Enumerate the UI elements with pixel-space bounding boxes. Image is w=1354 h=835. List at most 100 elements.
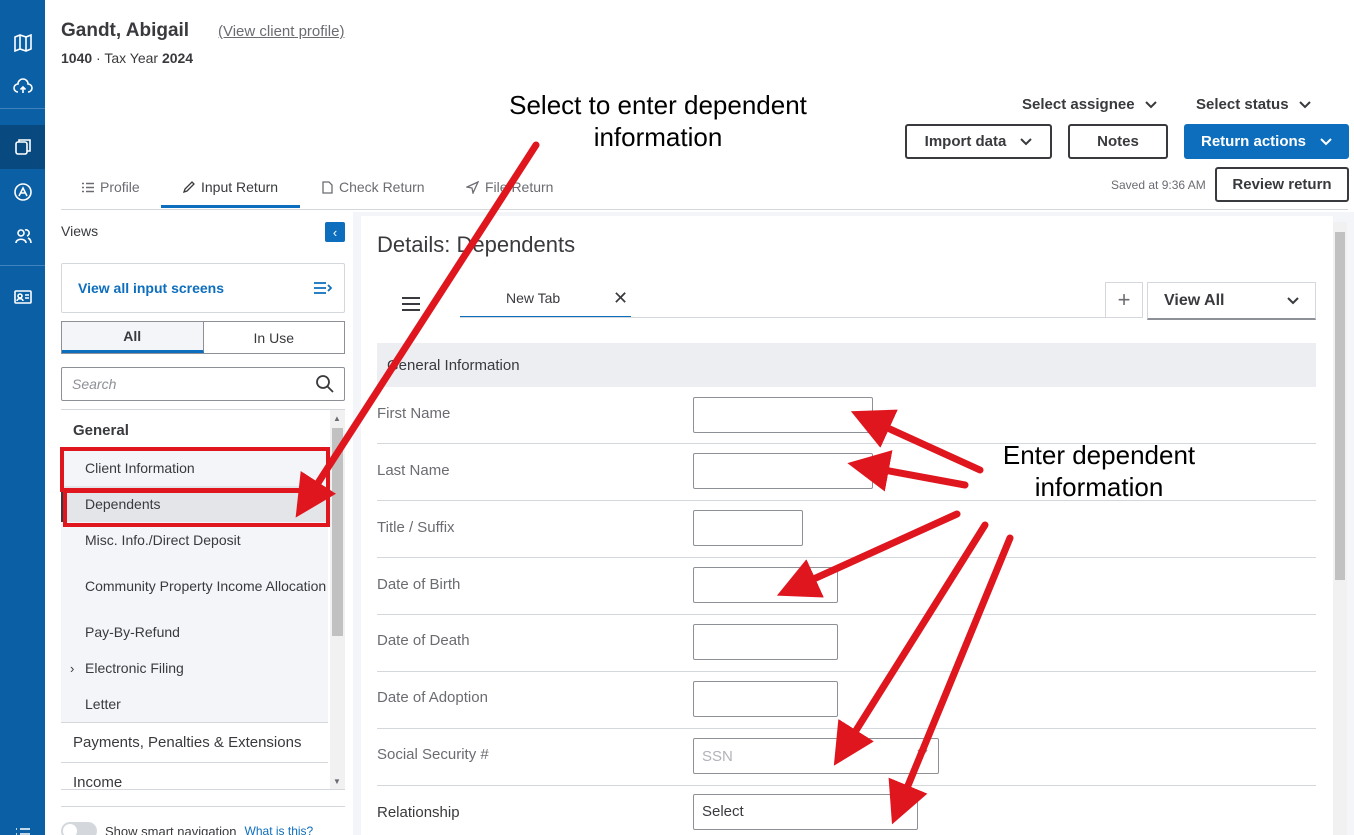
chevron-down-icon bbox=[1144, 100, 1157, 108]
tree-group-payments[interactable]: Payments, Penalties & Extensions bbox=[61, 722, 328, 762]
hamburger-menu-icon[interactable] bbox=[402, 297, 420, 311]
menu-icon[interactable] bbox=[0, 812, 45, 835]
date-of-adoption-field[interactable] bbox=[693, 681, 838, 717]
ssn-placeholder: SSN bbox=[702, 748, 733, 765]
client-name: Gandt, Abigail bbox=[61, 20, 190, 41]
date-of-adoption-label: Date of Adoption bbox=[377, 689, 488, 706]
return-actions-button[interactable]: Return actions bbox=[1184, 124, 1349, 159]
first-name-label: First Name bbox=[377, 405, 451, 422]
form-row-ssn: Social Security # SSN bbox=[377, 729, 1316, 786]
date-of-death-field[interactable] bbox=[693, 624, 838, 660]
smart-navigation-toggle-row: Show smart navigation What is this? bbox=[61, 822, 313, 835]
review-return-button[interactable]: Review return bbox=[1215, 167, 1349, 202]
collapse-panel-button[interactable]: ‹ bbox=[325, 222, 345, 242]
search-placeholder: Search bbox=[72, 376, 117, 392]
search-icon[interactable] bbox=[316, 375, 334, 393]
first-name-field[interactable] bbox=[693, 397, 873, 433]
tab-input-return-label: Input Return bbox=[201, 179, 279, 195]
tree-item-community-property[interactable]: Community Property Income Allocation bbox=[61, 558, 328, 614]
chevron-down-icon bbox=[1298, 100, 1311, 108]
title-suffix-field[interactable] bbox=[693, 510, 803, 546]
view-all-input-screens-button[interactable]: View all input screens bbox=[61, 263, 345, 313]
map-icon[interactable] bbox=[0, 21, 45, 65]
tax-year: 2024 bbox=[161, 50, 194, 66]
panel-divider bbox=[61, 806, 345, 807]
main-scrollbar-thumb[interactable] bbox=[1335, 232, 1345, 580]
form-row-title-suffix: Title / Suffix bbox=[377, 501, 1316, 558]
notes-label: Notes bbox=[1097, 133, 1139, 150]
tab-check-return[interactable]: Check Return bbox=[322, 168, 425, 206]
view-all-input-screens-label: View all input screens bbox=[78, 280, 225, 296]
plus-icon: + bbox=[1117, 287, 1131, 312]
tree-item-electronic-filing-label: Electronic Filing bbox=[85, 659, 184, 676]
chevron-right-icon: › bbox=[70, 660, 75, 676]
tree-group-general[interactable]: General bbox=[61, 410, 328, 450]
saved-status: Saved at 9:36 AM bbox=[1111, 178, 1206, 192]
tabs-divider bbox=[61, 209, 1348, 210]
ssn-field[interactable]: SSN bbox=[693, 738, 939, 774]
tab-input-return[interactable]: Input Return bbox=[183, 168, 278, 206]
chevron-down-icon bbox=[896, 805, 907, 813]
view-client-profile-link[interactable]: (View client profile) bbox=[218, 23, 344, 40]
date-of-birth-field[interactable] bbox=[693, 567, 838, 603]
tab-file-return[interactable]: File Return bbox=[466, 168, 553, 206]
search-input[interactable]: Search bbox=[61, 367, 345, 401]
filter-segmented-control: All In Use bbox=[61, 321, 345, 354]
close-icon[interactable]: ✕ bbox=[613, 288, 628, 309]
details-tabs-divider bbox=[460, 317, 1105, 318]
tree-item-client-information[interactable]: Client Information bbox=[61, 450, 328, 486]
select-assignee-label: Select assignee bbox=[1022, 96, 1135, 113]
form-row-date-of-death: Date of Death bbox=[377, 615, 1316, 672]
smart-navigation-toggle[interactable] bbox=[61, 822, 97, 835]
what-is-this-link[interactable]: What is this? bbox=[245, 824, 314, 835]
contacts-card-icon[interactable] bbox=[0, 275, 45, 319]
tab-profile[interactable]: Profile bbox=[82, 168, 140, 206]
select-assignee-dropdown[interactable]: Select assignee bbox=[1022, 96, 1157, 113]
select-status-label: Select status bbox=[1196, 96, 1289, 113]
tree-scrollbar-thumb[interactable] bbox=[332, 428, 343, 636]
tree-item-dependents[interactable]: Dependents bbox=[61, 486, 328, 522]
import-data-button[interactable]: Import data bbox=[905, 124, 1052, 159]
new-tab-label: New Tab bbox=[506, 290, 561, 306]
chevron-down-icon bbox=[1020, 137, 1033, 145]
tab-file-return-label: File Return bbox=[485, 179, 554, 195]
tree-item-pay-by-refund[interactable]: Pay-By-Refund bbox=[61, 614, 328, 650]
scroll-down-arrow-icon[interactable]: ▼ bbox=[333, 777, 341, 786]
tree-item-misc-info[interactable]: Misc. Info./Direct Deposit bbox=[61, 522, 328, 558]
return-meta: 1040 · Tax Year 2024 bbox=[61, 50, 193, 66]
clients-icon[interactable] bbox=[0, 214, 45, 258]
section-header: General Information bbox=[377, 343, 1316, 387]
tree-item-letter[interactable]: Letter bbox=[61, 686, 328, 722]
seg-all-button[interactable]: All bbox=[62, 322, 204, 353]
tree-item-electronic-filing[interactable]: › Electronic Filing bbox=[61, 650, 328, 686]
select-status-dropdown[interactable]: Select status bbox=[1196, 96, 1311, 113]
callout-enter-dependent: Enter dependent information bbox=[975, 439, 1223, 503]
tab-check-return-label: Check Return bbox=[339, 179, 425, 195]
title-suffix-label: Title / Suffix bbox=[377, 519, 455, 536]
date-of-birth-label: Date of Birth bbox=[377, 576, 461, 593]
list-expand-icon bbox=[314, 282, 332, 294]
chevron-down-icon bbox=[1320, 137, 1332, 145]
smart-navigation-label: Show smart navigation bbox=[105, 823, 237, 835]
scroll-up-arrow-icon[interactable]: ▲ bbox=[333, 414, 341, 423]
notes-button[interactable]: Notes bbox=[1068, 124, 1168, 159]
tab-profile-label: Profile bbox=[100, 179, 140, 195]
tree-group-income[interactable]: Income bbox=[61, 762, 328, 789]
tab-new-tab[interactable]: New Tab ✕ bbox=[460, 280, 631, 318]
list-icon bbox=[82, 182, 94, 192]
logo-icon[interactable] bbox=[0, 170, 45, 214]
returns-icon[interactable] bbox=[0, 125, 45, 169]
add-tab-button[interactable]: + bbox=[1105, 282, 1143, 318]
seg-in-use-button[interactable]: In Use bbox=[204, 322, 345, 353]
form-row-first-name: First Name bbox=[377, 387, 1316, 444]
send-icon bbox=[466, 180, 479, 194]
view-all-dropdown[interactable]: View All bbox=[1147, 282, 1316, 320]
relationship-label: Relationship bbox=[377, 804, 460, 821]
tax-year-label: · Tax Year bbox=[92, 50, 162, 66]
last-name-label: Last Name bbox=[377, 462, 450, 479]
cloud-upload-icon[interactable] bbox=[0, 65, 45, 109]
document-icon bbox=[322, 180, 333, 194]
relationship-select[interactable]: Select bbox=[693, 794, 918, 830]
last-name-field[interactable] bbox=[693, 453, 873, 489]
form-row-relationship: Relationship Select bbox=[377, 786, 1316, 835]
